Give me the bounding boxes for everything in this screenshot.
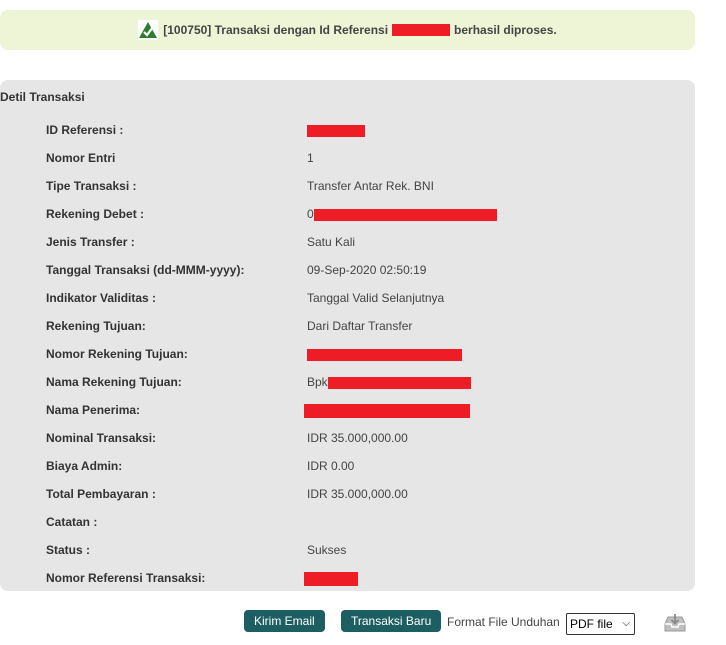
detail-row: Indikator Validitas : Tanggal Valid Sela… bbox=[46, 290, 666, 306]
row-label: Nominal Transaksi: bbox=[46, 431, 157, 445]
chevron-down-icon: ⌵ bbox=[622, 618, 630, 629]
detail-row: Catatan : bbox=[46, 514, 666, 530]
format-file-label: Format File Unduhan bbox=[447, 615, 560, 629]
row-value: Satu Kali bbox=[307, 235, 356, 249]
panel-title: Detil Transaksi bbox=[0, 90, 85, 104]
detail-row: Biaya Admin: IDR 0.00 bbox=[46, 458, 666, 474]
redacted-value bbox=[307, 348, 462, 361]
detail-row: Nomor Entri 1 bbox=[46, 150, 666, 166]
detail-row: Rekening Debet : 0 bbox=[46, 206, 666, 222]
redacted-value bbox=[304, 571, 358, 586]
row-label: Rekening Tujuan: bbox=[46, 319, 146, 333]
detail-row: Jenis Transfer : Satu Kali bbox=[46, 234, 666, 250]
detail-row: Tanggal Transaksi (dd-MMM-yyyy): 09-Sep-… bbox=[46, 262, 666, 278]
row-label: Nama Rekening Tujuan: bbox=[46, 375, 182, 389]
redacted-value bbox=[313, 208, 497, 221]
redacted-value bbox=[327, 376, 471, 389]
row-value: Sukses bbox=[307, 543, 347, 557]
row-value: Bpk bbox=[307, 374, 471, 390]
row-label: Nama Penerima: bbox=[46, 403, 141, 417]
detail-row: Status : Sukses bbox=[46, 542, 666, 558]
row-label: Nomor Referensi Transaksi: bbox=[46, 571, 206, 585]
row-value: IDR 0.00 bbox=[307, 459, 355, 473]
redacted-value bbox=[304, 403, 470, 418]
success-banner: [100750] Transaksi dengan Id Referensi b… bbox=[0, 10, 695, 50]
row-value-text: Bpk bbox=[307, 375, 328, 389]
row-value: Transfer Antar Rek. BNI bbox=[307, 179, 434, 193]
row-label: Indikator Validitas : bbox=[46, 291, 157, 305]
row-value: IDR 35.000,000.00 bbox=[307, 431, 408, 445]
row-value: 0 bbox=[307, 206, 497, 222]
row-label: Tanggal Transaksi (dd-MMM-yyyy): bbox=[46, 263, 245, 277]
banner-text-before: [100750] Transaksi dengan Id Referensi bbox=[163, 23, 389, 37]
download-tray-icon[interactable] bbox=[662, 613, 688, 633]
transaction-result-page: [100750] Transaksi dengan Id Referensi b… bbox=[0, 0, 726, 645]
row-label: Biaya Admin: bbox=[46, 459, 123, 473]
row-value: IDR 35.000,000.00 bbox=[307, 487, 408, 501]
row-label: ID Referensi : bbox=[46, 123, 124, 137]
row-value: Dari Daftar Transfer bbox=[307, 319, 413, 333]
detail-row: ID Referensi : bbox=[46, 122, 666, 138]
row-label: Status : bbox=[46, 543, 91, 557]
row-value: 1 bbox=[307, 151, 314, 165]
row-label: Jenis Transfer : bbox=[46, 235, 135, 249]
detail-row: Nomor Rekening Tujuan: bbox=[46, 346, 666, 362]
detail-row: Nominal Transaksi: IDR 35.000,000.00 bbox=[46, 430, 666, 446]
detail-row: Tipe Transaksi : Transfer Antar Rek. BNI bbox=[46, 178, 666, 194]
row-label: Rekening Debet : bbox=[46, 207, 145, 221]
kirim-email-button[interactable]: Kirim Email bbox=[244, 610, 325, 632]
redacted-reference-id bbox=[392, 24, 451, 36]
row-label: Catatan : bbox=[46, 515, 98, 529]
transaction-detail-panel: Detil Transaksi ID Referensi : Nomor Ent… bbox=[0, 80, 695, 591]
check-icon bbox=[138, 20, 159, 40]
row-value bbox=[304, 570, 358, 586]
row-value bbox=[307, 122, 365, 138]
row-value: 09-Sep-2020 02:50:19 bbox=[307, 263, 427, 277]
detail-row: Rekening Tujuan: Dari Daftar Transfer bbox=[46, 318, 666, 334]
detail-row: Nomor Referensi Transaksi: bbox=[46, 570, 666, 586]
banner-text-after: berhasil diproses. bbox=[454, 23, 557, 37]
format-file-select[interactable]: PDF file ⌵ bbox=[566, 613, 635, 635]
detail-row: Nama Penerima: bbox=[46, 402, 666, 418]
row-label: Nomor Rekening Tujuan: bbox=[46, 347, 188, 361]
row-value: Tanggal Valid Selanjutnya bbox=[307, 291, 445, 305]
row-value bbox=[304, 402, 470, 418]
detail-row: Nama Rekening Tujuan: Bpk bbox=[46, 374, 666, 390]
detail-row: Total Pembayaran : IDR 35.000,000.00 bbox=[46, 486, 666, 502]
row-value-text: 0 bbox=[307, 207, 314, 221]
row-label: Nomor Entri bbox=[46, 151, 116, 165]
row-label: Tipe Transaksi : bbox=[46, 179, 137, 193]
transaksi-baru-button[interactable]: Transaksi Baru bbox=[341, 610, 442, 632]
row-value bbox=[307, 346, 462, 362]
format-file-selected: PDF file bbox=[570, 617, 613, 631]
redacted-value bbox=[307, 124, 365, 137]
row-label: Total Pembayaran : bbox=[46, 487, 156, 501]
